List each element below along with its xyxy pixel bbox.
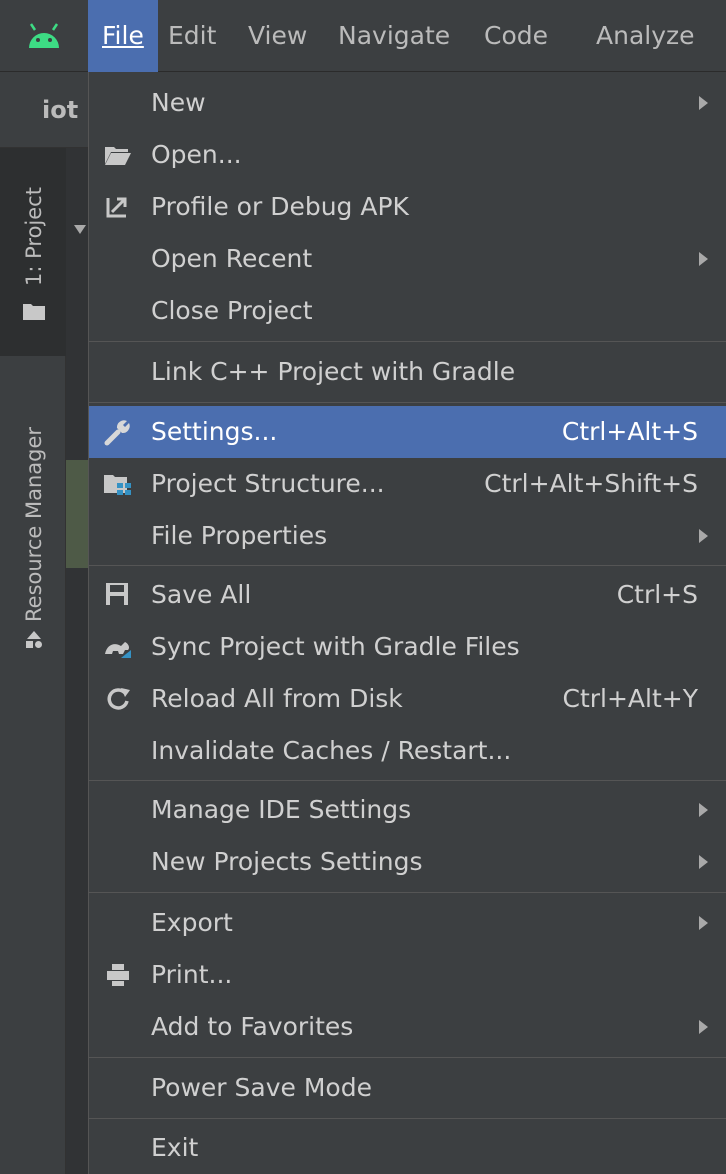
menu-analyze[interactable]: Analyze: [582, 0, 709, 72]
menu-item-print[interactable]: Print...: [89, 949, 726, 1001]
menu-item-save-all[interactable]: Save All Ctrl+S: [89, 569, 726, 621]
menu-item-new[interactable]: New: [89, 77, 726, 129]
menu-separator: [89, 1057, 726, 1058]
menu-item-open[interactable]: Open...: [89, 129, 726, 181]
submenu-arrow-icon: [699, 1020, 708, 1034]
menu-item-power-save-mode[interactable]: Power Save Mode: [89, 1062, 726, 1114]
menu-edit[interactable]: Edit: [154, 0, 230, 72]
menu-separator: [89, 341, 726, 342]
save-icon: [106, 583, 128, 605]
submenu-arrow-icon: [699, 855, 708, 869]
resource-manager-label: Resource Manager: [22, 426, 46, 622]
menu-item-sync-gradle[interactable]: Sync Project with Gradle Files: [89, 621, 726, 673]
menu-item-export[interactable]: Export: [89, 897, 726, 949]
menu-item-invalidate-caches[interactable]: Invalidate Caches / Restart...: [89, 725, 726, 777]
folder-icon: [23, 304, 45, 320]
printer-icon: [107, 964, 129, 986]
menu-item-project-structure[interactable]: Project Structure... Ctrl+Alt+Shift+S: [89, 458, 726, 510]
tool-window-strip: 1: Project Resource Manager: [0, 148, 66, 1174]
menu-separator: [89, 565, 726, 566]
menu-item-new-projects-settings[interactable]: New Projects Settings: [89, 836, 726, 888]
submenu-arrow-icon: [699, 252, 708, 266]
menu-separator: [89, 1118, 726, 1119]
menu-view[interactable]: View: [234, 0, 321, 72]
menu-item-profile-debug-apk[interactable]: Profile or Debug APK: [89, 181, 726, 233]
editor-gutter: [66, 148, 88, 1174]
menu-item-link-cpp-project[interactable]: Link C++ Project with Gradle: [89, 346, 726, 398]
submenu-arrow-icon: [699, 916, 708, 930]
menu-bar: File Edit View Navigate Code Analyze: [0, 0, 726, 72]
project-name[interactable]: iot: [42, 72, 78, 148]
project-tool-label: 1: Project: [22, 187, 46, 286]
menu-item-add-to-favorites[interactable]: Add to Favorites: [89, 1001, 726, 1053]
submenu-arrow-icon: [699, 529, 708, 543]
menu-item-exit[interactable]: Exit: [89, 1122, 726, 1174]
menu-item-manage-ide-settings[interactable]: Manage IDE Settings: [89, 784, 726, 836]
project-structure-icon: [104, 475, 131, 495]
submenu-arrow-icon: [699, 803, 708, 817]
menu-file[interactable]: File: [88, 0, 158, 72]
menu-item-close-project[interactable]: Close Project: [89, 285, 726, 337]
menu-item-reload-from-disk[interactable]: Reload All from Disk Ctrl+Alt+Y: [89, 673, 726, 725]
resource-manager-tool-window-button[interactable]: Resource Manager: [0, 358, 66, 678]
menu-separator: [89, 780, 726, 781]
menu-item-open-recent[interactable]: Open Recent: [89, 233, 726, 285]
project-tool-window-button[interactable]: 1: Project: [0, 148, 66, 356]
menu-separator: [89, 402, 726, 403]
profile-apk-icon: [106, 197, 127, 218]
android-studio-logo-icon: [29, 23, 59, 48]
folder-open-icon: [105, 147, 131, 165]
gradle-sync-icon: [105, 642, 131, 658]
menu-navigate[interactable]: Navigate: [324, 0, 464, 72]
menu-separator: [89, 892, 726, 893]
tree-expand-arrow-icon: [74, 225, 86, 234]
reload-icon: [107, 688, 130, 710]
wrench-icon: [104, 420, 130, 446]
resource-manager-icon: [26, 631, 42, 648]
file-menu-dropdown: New Open... Profile or Debug APK Open Re…: [88, 72, 726, 1174]
change-marker: [66, 460, 88, 568]
menu-item-settings[interactable]: Settings... Ctrl+Alt+S: [89, 406, 726, 458]
menu-code[interactable]: Code: [470, 0, 562, 72]
menu-item-file-properties[interactable]: File Properties: [89, 510, 726, 562]
submenu-arrow-icon: [699, 96, 708, 110]
